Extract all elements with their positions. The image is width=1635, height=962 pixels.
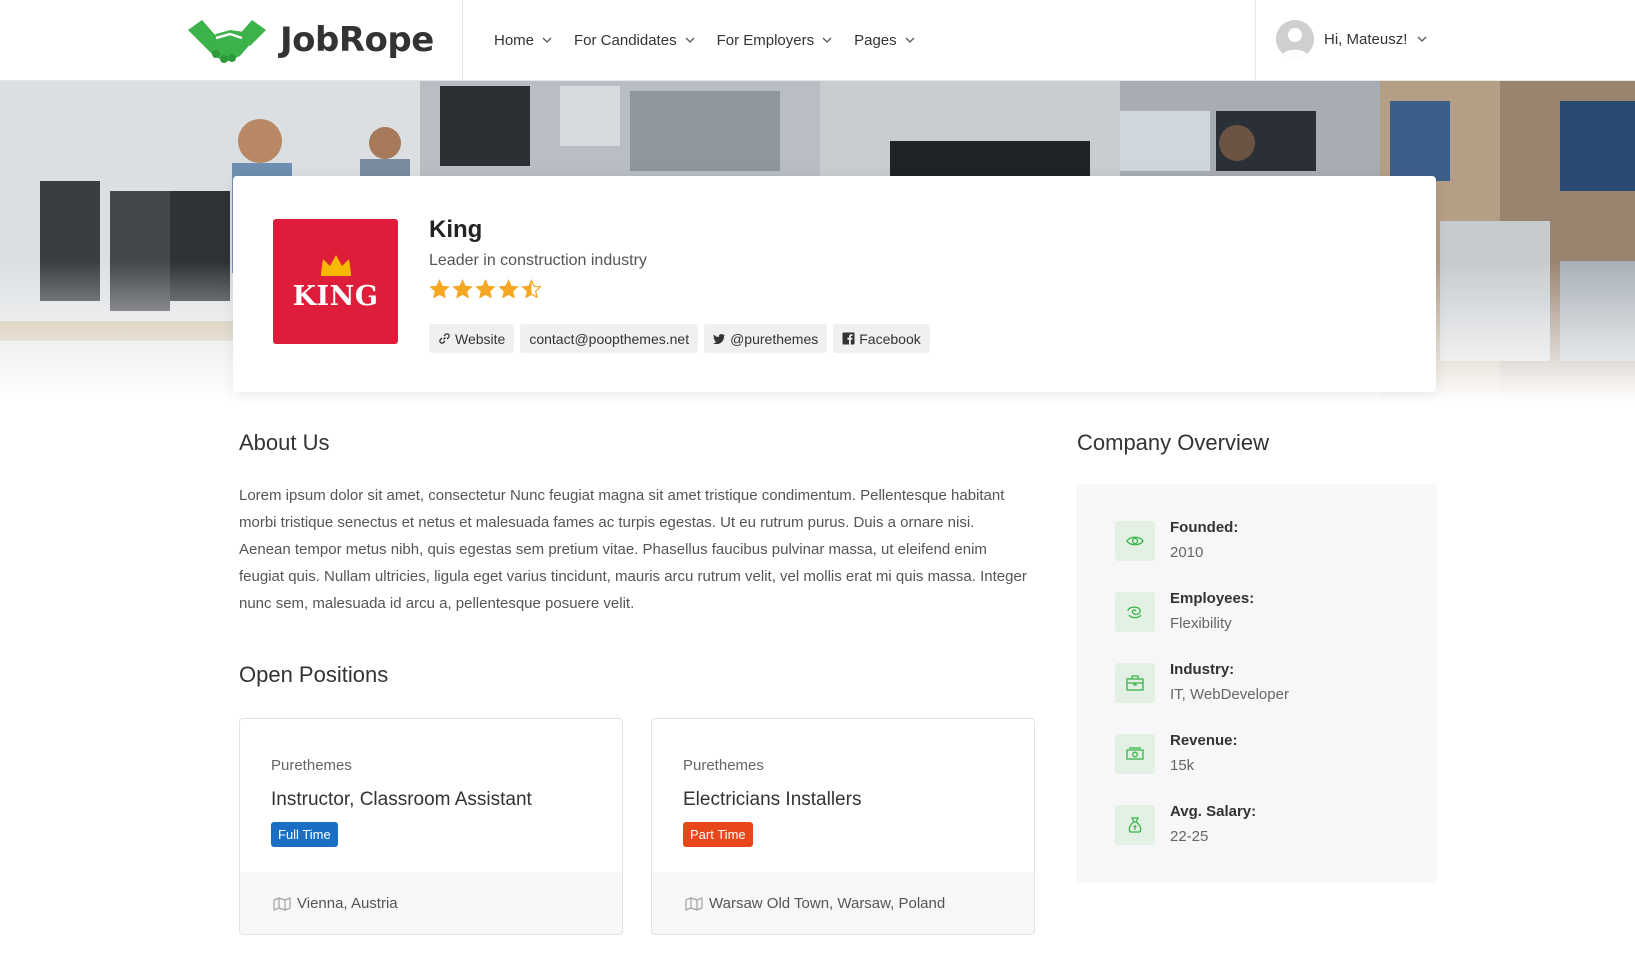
main-nav: Home For Candidates For Employers Pages bbox=[494, 0, 915, 80]
chevron-down-icon bbox=[542, 37, 552, 43]
users-icon bbox=[1127, 606, 1142, 619]
company-logo: KING bbox=[273, 219, 398, 344]
star-half-icon bbox=[521, 279, 542, 299]
company-overview: Founded: 2010 Employees: Flexibility Ind… bbox=[1076, 484, 1437, 883]
overview-value: 22-25 bbox=[1170, 828, 1209, 845]
facebook-icon bbox=[842, 332, 855, 345]
job-location-text: Warsaw Old Town, Warsaw, Poland bbox=[709, 894, 946, 912]
website-link[interactable]: Website bbox=[429, 324, 515, 353]
email-link[interactable]: contact@poopthemes.net bbox=[520, 324, 699, 353]
twitter-link[interactable]: @purethemes bbox=[704, 324, 828, 353]
job-location-text: Vienna, Austria bbox=[297, 894, 398, 912]
star-full-icon bbox=[452, 279, 473, 299]
nav-for-employers[interactable]: For Employers bbox=[717, 32, 833, 49]
user-greeting: Hi, Mateusz! bbox=[1324, 30, 1408, 48]
job-card[interactable]: Purethemes Instructor, Classroom Assista… bbox=[239, 718, 623, 935]
chevron-down-icon bbox=[822, 37, 832, 43]
nav-home[interactable]: Home bbox=[494, 32, 552, 49]
facebook-link[interactable]: Facebook bbox=[833, 324, 930, 353]
job-company: Purethemes bbox=[683, 757, 764, 774]
brand-logo[interactable]: JobRope bbox=[186, 14, 434, 66]
nav-for-candidates-label: For Candidates bbox=[574, 31, 677, 49]
eye-icon bbox=[1126, 536, 1144, 546]
twitter-icon bbox=[713, 334, 726, 345]
job-location: Vienna, Austria bbox=[240, 872, 622, 934]
overview-value: 15k bbox=[1170, 757, 1195, 774]
money-bag-icon bbox=[1128, 817, 1142, 833]
company-name: King bbox=[429, 216, 483, 243]
money-icon bbox=[1126, 747, 1144, 760]
overview-label: Employees: bbox=[1170, 590, 1255, 607]
handshake-icon bbox=[188, 20, 266, 63]
nav-for-candidates[interactable]: For Candidates bbox=[574, 32, 695, 49]
chevron-down-icon bbox=[685, 37, 695, 43]
overview-title: Company Overview bbox=[1077, 430, 1269, 455]
link-icon bbox=[439, 333, 450, 344]
map-icon bbox=[273, 897, 291, 911]
website-label: Website bbox=[455, 330, 506, 347]
overview-value: Flexibility bbox=[1170, 615, 1232, 632]
job-type-badge: Full Time bbox=[271, 822, 338, 847]
nav-pages-label: Pages bbox=[854, 31, 897, 49]
user-menu[interactable]: Hi, Mateusz! bbox=[1276, 19, 1427, 59]
overview-label: Industry: bbox=[1170, 661, 1235, 678]
company-tagline: Leader in construction industry bbox=[429, 252, 647, 269]
nav-home-label: Home bbox=[494, 31, 535, 49]
about-text: Lorem ipsum dolor sit amet, consectetur … bbox=[239, 487, 1027, 612]
nav-pages[interactable]: Pages bbox=[854, 32, 915, 49]
overview-value: 2010 bbox=[1170, 544, 1204, 561]
site-header: JobRope Home For Candidates For Employer… bbox=[0, 0, 1635, 81]
crown-icon bbox=[321, 255, 351, 276]
company-links: Website contact@poopthemes.net @purethem… bbox=[429, 324, 930, 353]
star-full-icon bbox=[429, 279, 450, 299]
company-rating bbox=[429, 279, 542, 300]
header-divider bbox=[462, 0, 463, 80]
twitter-label: @purethemes bbox=[730, 330, 819, 347]
briefcase-icon bbox=[1126, 675, 1144, 691]
job-title: Electricians Installers bbox=[683, 789, 862, 810]
overview-value: IT, WebDeveloper bbox=[1170, 686, 1289, 703]
about-title: About Us bbox=[239, 430, 330, 455]
user-icon bbox=[1276, 20, 1314, 58]
facebook-label: Facebook bbox=[859, 330, 921, 347]
job-title: Instructor, Classroom Assistant bbox=[271, 789, 532, 810]
positions-title: Open Positions bbox=[239, 662, 389, 687]
avatar bbox=[1276, 20, 1314, 58]
header-divider bbox=[1255, 0, 1256, 80]
nav-for-employers-label: For Employers bbox=[716, 31, 815, 49]
overview-label: Revenue: bbox=[1170, 732, 1238, 749]
job-company: Purethemes bbox=[271, 757, 352, 774]
job-location: Warsaw Old Town, Warsaw, Poland bbox=[652, 872, 1034, 934]
job-card[interactable]: Purethemes Electricians Installers Part … bbox=[651, 718, 1035, 935]
star-full-icon bbox=[498, 279, 519, 299]
chevron-down-icon bbox=[905, 37, 915, 43]
company-card: KING King Leader in construction industr… bbox=[233, 176, 1436, 392]
map-icon bbox=[685, 897, 703, 911]
email-label: contact@poopthemes.net bbox=[529, 330, 690, 347]
job-type-badge: Part Time bbox=[683, 822, 753, 847]
chevron-down-icon bbox=[1417, 36, 1427, 42]
overview-label: Founded: bbox=[1170, 519, 1239, 536]
company-logo-text: KING bbox=[292, 281, 379, 312]
brand-name: JobRope bbox=[280, 20, 434, 60]
overview-label: Avg. Salary: bbox=[1170, 803, 1257, 820]
star-full-icon bbox=[475, 279, 496, 299]
